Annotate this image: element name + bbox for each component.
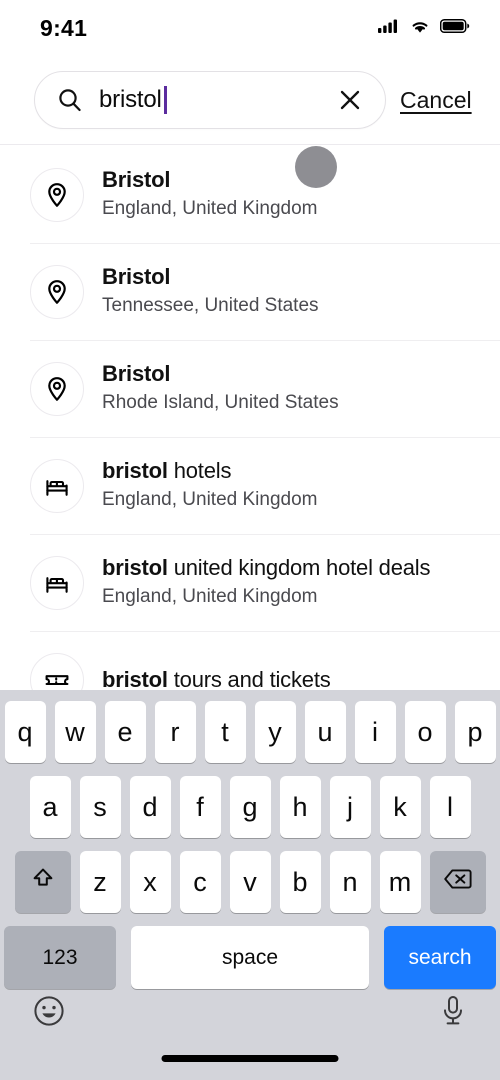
key-h[interactable]: h <box>279 776 321 838</box>
list-item-subtitle: Tennessee, United States <box>102 295 319 317</box>
key-z[interactable]: z <box>79 851 121 913</box>
key-s[interactable]: s <box>79 776 121 838</box>
bed-icon <box>30 458 84 513</box>
backspace-icon <box>443 867 473 898</box>
list-item-text: Bristol Tennessee, United States <box>102 264 319 319</box>
key-o[interactable]: o <box>404 701 446 763</box>
map-pin-icon <box>30 167 84 222</box>
list-item-title: bristol united kingdom hotel deals <box>102 555 430 580</box>
home-indicator <box>161 1055 339 1062</box>
shift-key[interactable] <box>14 851 71 913</box>
cellular-signal-icon <box>378 18 400 39</box>
list-item-text: bristol hotels England, United Kingdom <box>102 458 317 513</box>
search-input[interactable]: bristol <box>34 71 386 129</box>
list-item-title-rest: hotels <box>167 458 232 484</box>
key-k[interactable]: k <box>379 776 421 838</box>
list-item-title: Bristol <box>102 361 171 387</box>
backspace-key[interactable] <box>429 851 486 913</box>
list-item-subtitle: England, United Kingdom <box>102 198 318 220</box>
key-t[interactable]: t <box>204 701 246 763</box>
key-n[interactable]: n <box>329 851 371 913</box>
list-item-subtitle: Rhode Island, United States <box>102 392 339 414</box>
list-item-title-query: bristol <box>102 458 168 484</box>
ticket-icon <box>30 652 84 690</box>
key-b[interactable]: b <box>279 851 321 913</box>
battery-full-icon <box>439 18 470 39</box>
search-value: bristol <box>99 86 162 113</box>
list-item-title: Bristol <box>102 264 171 290</box>
list-item-subtitle: England, United Kingdom <box>102 586 318 608</box>
on-screen-keyboard[interactable]: q w e r t y u i o p a s d f g h j k l z … <box>0 690 500 1080</box>
key-q[interactable]: q <box>4 701 46 763</box>
touch-indicator <box>295 146 337 188</box>
list-item-text: bristol tours and tickets <box>102 667 331 690</box>
phone-screen: 9:41 bristol Cancel Bristol England, Uni… <box>0 0 500 1080</box>
key-c[interactable]: c <box>179 851 221 913</box>
search-header: bristol Cancel <box>0 56 500 145</box>
list-item[interactable]: bristol hotels England, United Kingdom <box>0 437 500 534</box>
keyboard-row-2: a s d f g h j k l <box>0 776 500 838</box>
map-pin-icon <box>30 361 84 416</box>
key-a[interactable]: a <box>29 776 71 838</box>
status-icons <box>378 18 470 39</box>
text-cursor <box>163 86 167 114</box>
list-item-title-query: bristol <box>102 555 168 581</box>
key-e[interactable]: e <box>104 701 146 763</box>
search-results-list[interactable]: Bristol England, United Kingdom Bristol … <box>0 146 500 690</box>
keyboard-bottom-bar <box>0 980 500 1080</box>
key-g[interactable]: g <box>229 776 271 838</box>
microphone-icon[interactable] <box>438 994 468 1028</box>
key-l[interactable]: l <box>429 776 471 838</box>
key-v[interactable]: v <box>229 851 271 913</box>
key-u[interactable]: u <box>304 701 346 763</box>
cancel-button[interactable]: Cancel <box>400 87 472 114</box>
list-item-text: bristol united kingdom hotel deals Engla… <box>102 555 430 610</box>
key-d[interactable]: d <box>129 776 171 838</box>
key-w[interactable]: w <box>54 701 96 763</box>
key-x[interactable]: x <box>129 851 171 913</box>
key-i[interactable]: i <box>354 701 396 763</box>
list-item[interactable]: Bristol England, United Kingdom <box>0 146 500 243</box>
list-item-subtitle: England, United Kingdom <box>102 489 318 511</box>
search-icon <box>57 87 83 113</box>
status-bar: 9:41 <box>0 0 500 56</box>
emoji-smiley-icon[interactable] <box>32 994 66 1028</box>
key-y[interactable]: y <box>254 701 296 763</box>
bed-icon <box>30 555 84 610</box>
keyboard-row-1: q w e r t y u i o p <box>0 701 500 763</box>
list-item-title-query: bristol <box>102 666 168 690</box>
shift-arrow-icon <box>29 865 57 900</box>
list-item[interactable]: bristol tours and tickets <box>0 631 500 690</box>
list-item-text: Bristol Rhode Island, United States <box>102 361 339 416</box>
status-time: 9:41 <box>40 14 88 41</box>
map-pin-icon <box>30 264 84 319</box>
key-f[interactable]: f <box>179 776 221 838</box>
list-item-title: bristol tours and tickets <box>102 667 331 690</box>
clear-search-button[interactable] <box>335 85 365 115</box>
list-item-text: Bristol England, United Kingdom <box>102 167 317 222</box>
key-j[interactable]: j <box>329 776 371 838</box>
list-item-title-rest: united kingdom hotel deals <box>167 555 431 581</box>
list-item-title: Bristol <box>102 167 171 193</box>
key-m[interactable]: m <box>379 851 421 913</box>
list-item-title-rest: tours and tickets <box>167 666 331 690</box>
list-item[interactable]: Bristol Rhode Island, United States <box>0 340 500 437</box>
list-item[interactable]: bristol united kingdom hotel deals Engla… <box>0 534 500 631</box>
key-r[interactable]: r <box>154 701 196 763</box>
keyboard-row-3: z x c v b n m <box>0 851 500 913</box>
list-item-title: bristol hotels <box>102 458 231 483</box>
key-p[interactable]: p <box>454 701 496 763</box>
list-item[interactable]: Bristol Tennessee, United States <box>0 243 500 340</box>
wifi-icon <box>409 18 431 39</box>
search-value-wrap: bristol <box>99 86 335 114</box>
